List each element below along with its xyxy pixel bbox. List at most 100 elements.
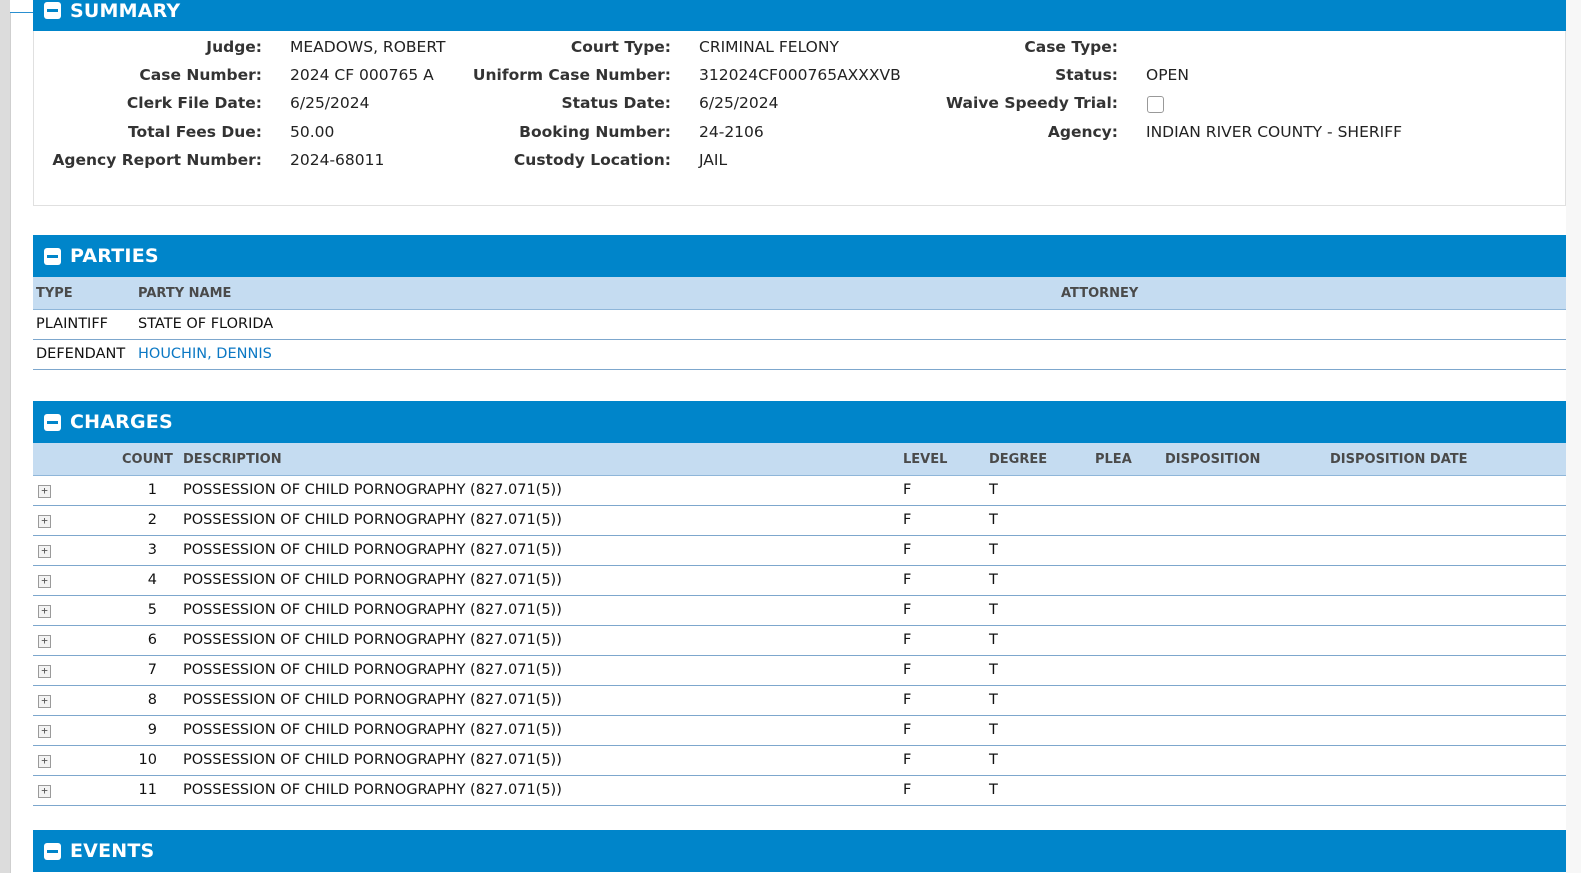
charge-count: 2 [147, 512, 157, 528]
column-header-plea[interactable]: PLEA [1095, 452, 1132, 467]
charge-description: POSSESSION OF CHILD PORNOGRAPHY (827.071… [183, 752, 562, 768]
collapse-icon[interactable] [44, 413, 61, 431]
table-row: +11 POSSESSION OF CHILD PORNOGRAPHY (827.… [33, 776, 1566, 806]
summary-panel: SUMMARY Judge: MEADOWS, ROBERT Court Typ… [33, 0, 1566, 206]
scrollbar[interactable] [1566, 0, 1581, 873]
charge-degree: T [989, 722, 998, 738]
charge-level: F [903, 692, 912, 708]
expand-icon[interactable]: + [38, 485, 51, 498]
expand-icon[interactable]: + [38, 785, 51, 798]
charge-count: 3 [147, 542, 157, 558]
column-header-disposition[interactable]: DISPOSITION [1165, 452, 1260, 467]
summary-header[interactable]: SUMMARY [33, 0, 1566, 31]
charge-level: F [903, 542, 912, 558]
table-row: +9 POSSESSION OF CHILD PORNOGRAPHY (827.0… [33, 716, 1566, 746]
expand-icon[interactable]: + [38, 515, 51, 528]
charge-count: 7 [147, 662, 157, 678]
column-header-count[interactable]: COUNT [122, 452, 173, 467]
charge-degree: T [989, 752, 998, 768]
case-number-label: Case Number: [139, 66, 262, 84]
charge-degree: T [989, 542, 998, 558]
table-row: +2 POSSESSION OF CHILD PORNOGRAPHY (827.0… [33, 506, 1566, 536]
charges-title: CHARGES [70, 411, 173, 433]
uniform-case-number-value: 312024CF000765AXXXVB [699, 66, 901, 84]
summary-title: SUMMARY [70, 0, 181, 22]
expand-icon[interactable]: + [38, 605, 51, 618]
charge-degree: T [989, 602, 998, 618]
collapse-icon[interactable] [44, 247, 61, 265]
agency-value: INDIAN RIVER COUNTY - SHERIFF [1146, 123, 1403, 141]
parties-table-header: TYPE PARTY NAME ATTORNEY [33, 277, 1566, 310]
charge-description: POSSESSION OF CHILD PORNOGRAPHY (827.071… [183, 692, 562, 708]
expand-icon[interactable]: + [38, 695, 51, 708]
table-row: +10 POSSESSION OF CHILD PORNOGRAPHY (827.… [33, 746, 1566, 776]
waive-speedy-trial-label: Waive Speedy Trial: [945, 94, 1118, 112]
judge-value: MEADOWS, ROBERT [290, 38, 446, 56]
parties-title: PARTIES [70, 245, 159, 267]
column-header-attorney[interactable]: ATTORNEY [1061, 286, 1138, 301]
charge-degree: T [989, 782, 998, 798]
charges-panel: CHARGES COUNT DESCRIPTION LEVEL DEGREE P… [33, 401, 1566, 806]
column-header-party-name[interactable]: PARTY NAME [138, 286, 231, 301]
table-row: +3 POSSESSION OF CHILD PORNOGRAPHY (827.0… [33, 536, 1566, 566]
charge-count: 10 [138, 752, 157, 768]
events-header[interactable]: EVENTS [33, 830, 1566, 872]
court-type-label: Court Type: [570, 38, 671, 56]
column-header-level[interactable]: LEVEL [903, 452, 947, 467]
column-header-degree[interactable]: DEGREE [989, 452, 1047, 467]
charge-level: F [903, 752, 912, 768]
charge-count: 9 [147, 722, 157, 738]
charge-description: POSSESSION OF CHILD PORNOGRAPHY (827.071… [183, 602, 562, 618]
collapse-icon[interactable] [44, 842, 61, 860]
column-header-description[interactable]: DESCRIPTION [183, 452, 282, 467]
column-header-disposition-date[interactable]: DISPOSITION DATE [1330, 452, 1468, 467]
expand-icon[interactable]: + [38, 545, 51, 558]
charge-degree: T [989, 512, 998, 528]
expand-icon[interactable]: + [38, 635, 51, 648]
charge-level: F [903, 662, 912, 678]
charge-degree: T [989, 482, 998, 498]
table-row: PLAINTIFF STATE OF FLORIDA [33, 310, 1566, 340]
expand-icon[interactable]: + [38, 755, 51, 768]
charge-level: F [903, 482, 912, 498]
parties-header[interactable]: PARTIES [33, 235, 1566, 277]
charges-table-header: COUNT DESCRIPTION LEVEL DEGREE PLEA DISP… [33, 443, 1566, 476]
charge-degree: T [989, 692, 998, 708]
total-fees-due-value: 50.00 [290, 123, 335, 141]
charge-degree: T [989, 572, 998, 588]
window-left-edge [0, 0, 11, 873]
party-name: STATE OF FLORIDA [138, 316, 274, 332]
status-value: OPEN [1146, 66, 1189, 84]
expand-icon[interactable]: + [38, 665, 51, 678]
charge-level: F [903, 632, 912, 648]
custody-location-value: JAIL [699, 151, 728, 169]
agency-report-number-label: Agency Report Number: [52, 151, 262, 169]
charge-level: F [903, 782, 912, 798]
waive-speedy-trial-checkbox[interactable] [1147, 96, 1164, 113]
charge-description: POSSESSION OF CHILD PORNOGRAPHY (827.071… [183, 662, 562, 678]
charge-degree: T [989, 662, 998, 678]
charge-description: POSSESSION OF CHILD PORNOGRAPHY (827.071… [183, 632, 562, 648]
party-name-link[interactable]: HOUCHIN, DENNIS [138, 346, 272, 362]
charge-count: 11 [138, 782, 157, 798]
table-row: +1 POSSESSION OF CHILD PORNOGRAPHY (827.0… [33, 476, 1566, 506]
case-type-label: Case Type: [1024, 38, 1118, 56]
uniform-case-number-label: Uniform Case Number: [472, 66, 671, 84]
charge-description: POSSESSION OF CHILD PORNOGRAPHY (827.071… [183, 782, 562, 798]
events-panel: EVENTS [33, 830, 1566, 873]
charges-table-body: +1 POSSESSION OF CHILD PORNOGRAPHY (827.0… [33, 476, 1566, 806]
expand-icon[interactable]: + [38, 575, 51, 588]
charges-header[interactable]: CHARGES [33, 401, 1566, 443]
table-row: +6 POSSESSION OF CHILD PORNOGRAPHY (827.0… [33, 626, 1566, 656]
column-header-type[interactable]: TYPE [36, 286, 73, 301]
charge-count: 6 [147, 632, 157, 648]
party-type: PLAINTIFF [36, 316, 109, 332]
agency-label: Agency: [1047, 123, 1118, 141]
expand-icon[interactable]: + [38, 725, 51, 738]
custody-location-label: Custody Location: [513, 151, 671, 169]
collapse-icon[interactable] [44, 2, 61, 19]
parties-panel: PARTIES TYPE PARTY NAME ATTORNEY PLAINTI… [33, 235, 1566, 370]
table-row: DEFENDANT HOUCHIN, DENNIS [33, 340, 1566, 370]
charge-description: POSSESSION OF CHILD PORNOGRAPHY (827.071… [183, 542, 562, 558]
charge-description: POSSESSION OF CHILD PORNOGRAPHY (827.071… [183, 572, 562, 588]
